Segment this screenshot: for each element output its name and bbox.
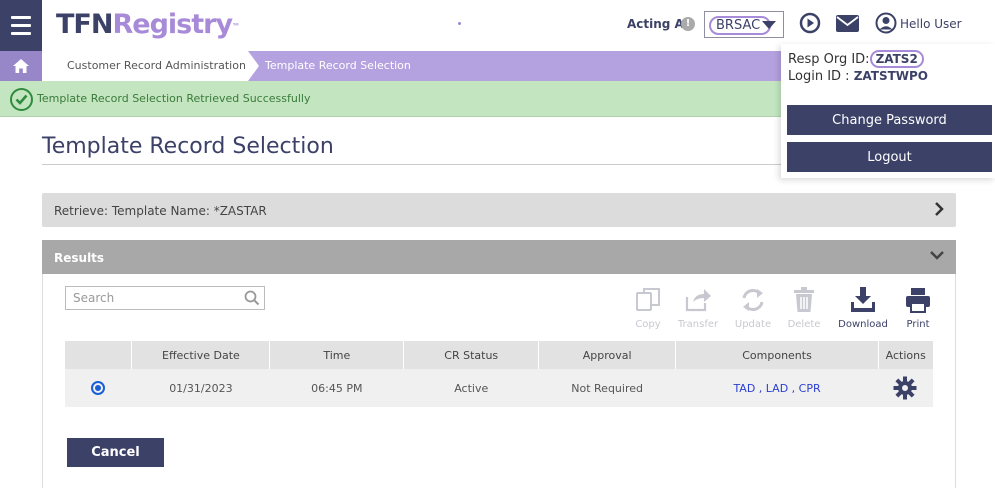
components-link[interactable]: TAD , LAD , CPR bbox=[733, 382, 820, 395]
copy-icon bbox=[636, 288, 660, 311]
update-button[interactable]: Update bbox=[731, 287, 775, 330]
breadcrumb-customer-record-administration[interactable]: Customer Record Administration bbox=[42, 51, 248, 81]
cancel-button[interactable]: Cancel bbox=[67, 438, 164, 467]
column-header-effective-date[interactable]: Effective Date bbox=[131, 341, 271, 369]
share-icon bbox=[685, 289, 711, 312]
search-input[interactable] bbox=[73, 290, 238, 306]
decorative-dot bbox=[458, 22, 461, 25]
resp-org-label: Resp Org ID: bbox=[788, 52, 870, 67]
refresh-icon bbox=[742, 289, 764, 311]
login-id: Login ID : ZATSTWPO bbox=[788, 69, 928, 84]
copy-button[interactable]: Copy bbox=[626, 287, 670, 330]
trash-icon bbox=[794, 287, 814, 312]
results-panel-header[interactable]: Results bbox=[42, 240, 956, 274]
retrieve-panel[interactable]: Retrieve: Template Name: *ZASTAR bbox=[42, 193, 956, 227]
search-icon[interactable] bbox=[244, 290, 260, 306]
print-icon bbox=[906, 288, 930, 313]
gear-icon[interactable] bbox=[893, 376, 917, 400]
change-password-button[interactable]: Change Password bbox=[787, 105, 992, 135]
acting-as-select[interactable]: BRSAC bbox=[704, 11, 784, 38]
column-header-time[interactable]: Time bbox=[269, 341, 405, 369]
mail-icon[interactable] bbox=[836, 15, 859, 32]
print-button[interactable]: Print bbox=[896, 287, 940, 330]
approval-cell: Not Required bbox=[538, 369, 677, 407]
time-cell: 06:45 PM bbox=[269, 369, 405, 407]
results-table: Effective Date Time CR Status Approval C… bbox=[65, 341, 934, 407]
play-circle-icon[interactable] bbox=[799, 12, 821, 34]
print-label: Print bbox=[906, 319, 930, 330]
check-circle-icon bbox=[10, 88, 33, 111]
table-header-row: Effective Date Time CR Status Approval C… bbox=[65, 341, 933, 369]
app-logo[interactable]: TFNRegistry™ bbox=[56, 9, 240, 41]
transfer-button[interactable]: Transfer bbox=[676, 287, 720, 330]
results-label: Results bbox=[54, 251, 105, 265]
components-cell: TAD , LAD , CPR bbox=[675, 369, 879, 407]
actions-cell bbox=[878, 369, 934, 407]
logout-button[interactable]: Logout bbox=[787, 142, 992, 172]
table-row[interactable]: 01/31/2023 06:45 PM Active Not Required … bbox=[65, 369, 934, 407]
user-avatar-icon[interactable] bbox=[875, 12, 897, 34]
transfer-label: Transfer bbox=[677, 319, 719, 330]
column-header-approval[interactable]: Approval bbox=[538, 341, 677, 369]
breadcrumb-current-page: Template Record Selection bbox=[265, 59, 411, 72]
delete-label: Delete bbox=[787, 319, 821, 330]
download-icon bbox=[851, 287, 875, 312]
column-header-select bbox=[65, 341, 133, 369]
row-select-cell bbox=[65, 369, 133, 407]
chevron-right-icon bbox=[935, 202, 944, 216]
delete-button[interactable]: Delete bbox=[782, 287, 826, 330]
breadcrumb-separator bbox=[248, 51, 259, 81]
update-label: Update bbox=[734, 319, 772, 330]
column-header-cr-status[interactable]: CR Status bbox=[403, 341, 540, 369]
caret-down-icon bbox=[762, 21, 776, 29]
login-id-value: ZATSTWPO bbox=[853, 69, 929, 83]
page-title: Template Record Selection bbox=[42, 134, 334, 159]
download-label: Download bbox=[838, 319, 888, 330]
cr-status-cell: Active bbox=[403, 369, 540, 407]
row-radio-button[interactable] bbox=[91, 381, 106, 395]
resp-org-id: Resp Org ID: ZATS2 bbox=[788, 50, 924, 68]
resp-org-value: ZATS2 bbox=[869, 50, 924, 68]
retrieve-label: Retrieve: Template Name: *ZASTAR bbox=[54, 204, 267, 218]
copy-label: Copy bbox=[635, 319, 661, 330]
hello-user-link[interactable]: Hello User bbox=[900, 17, 962, 31]
column-header-components[interactable]: Components bbox=[675, 341, 879, 369]
search-box[interactable] bbox=[65, 286, 265, 310]
menu-icon[interactable] bbox=[0, 0, 42, 51]
column-header-actions: Actions bbox=[878, 341, 933, 369]
success-message: Template Record Selection Retrieved Succ… bbox=[37, 92, 311, 105]
info-icon[interactable]: ! bbox=[681, 17, 695, 31]
effective-date-cell: 01/31/2023 bbox=[131, 369, 271, 407]
home-icon[interactable] bbox=[0, 51, 42, 81]
chevron-down-icon bbox=[930, 251, 944, 260]
login-id-label: Login ID : bbox=[788, 69, 850, 84]
download-button[interactable]: Download bbox=[836, 287, 890, 330]
user-dropdown-menu: Resp Org ID: ZATS2 Login ID : ZATSTWPO Ch… bbox=[781, 44, 995, 178]
